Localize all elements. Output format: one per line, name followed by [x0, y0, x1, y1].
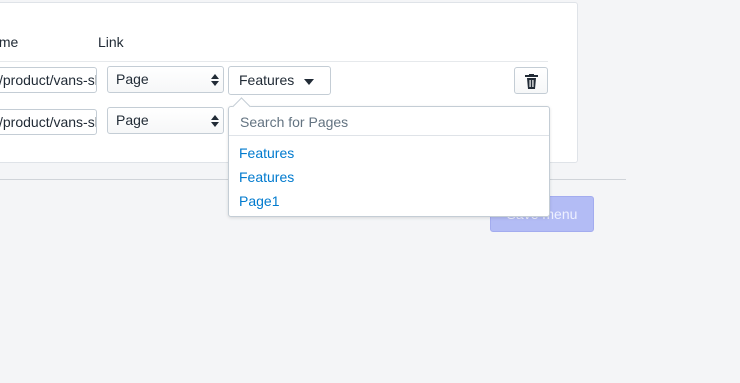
dropdown-option[interactable]: Page1 — [239, 193, 279, 209]
trash-icon — [525, 74, 538, 89]
link-type-value: Page — [116, 71, 149, 87]
link-type-select[interactable]: Page — [107, 66, 224, 93]
header-divider — [0, 61, 548, 62]
name-input-value: /product/vans-sk8 — [0, 72, 96, 88]
link-type-select[interactable]: Page — [107, 107, 224, 134]
name-input-value: /product/vans-sk8 — [0, 114, 96, 130]
page-picker-label: Features — [239, 72, 295, 88]
column-header-name: Name — [0, 34, 19, 50]
page-search-dropdown: Search for Pages Features Features Page1 — [228, 97, 550, 217]
menu-item-name-input[interactable]: /product/vans-sk8 — [0, 109, 97, 135]
menu-item-name-input[interactable]: /product/vans-sk8 — [0, 67, 97, 93]
select-arrows-icon — [211, 115, 219, 127]
caret-down-icon — [304, 79, 314, 85]
dropdown-option[interactable]: Features — [239, 145, 294, 161]
select-arrows-icon — [211, 74, 219, 86]
column-header-link: Link — [98, 34, 124, 50]
delete-item-button[interactable] — [514, 67, 548, 94]
page-search-input[interactable]: Search for Pages — [229, 107, 549, 136]
page-picker-button[interactable]: Features — [228, 66, 331, 95]
link-type-value: Page — [116, 112, 149, 128]
dropdown-option[interactable]: Features — [239, 169, 294, 185]
